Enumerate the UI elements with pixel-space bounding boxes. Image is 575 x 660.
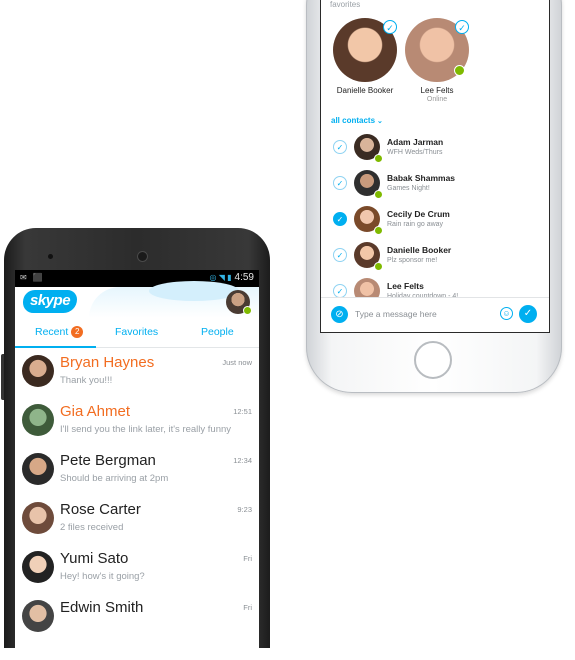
- avatar: [22, 453, 54, 485]
- contact-name: Adam Jarman: [387, 137, 444, 147]
- chat-last-message: Thank you!!!: [60, 375, 113, 386]
- status-time: 4:59: [234, 272, 254, 283]
- emoticon-icon[interactable]: ☺: [500, 307, 513, 320]
- iphone-screen: favorites ✓ Danielle Booker ✓ Lee Felts Onli…: [320, 0, 550, 333]
- chat-contact-name: Edwin Smith: [60, 599, 144, 616]
- presence-dot-icon: [374, 190, 383, 199]
- chat-list-item[interactable]: Bryan Haynes Thank you!!! Just now: [15, 347, 259, 396]
- unread-count-badge: 2: [71, 326, 84, 338]
- tab-recent[interactable]: Recent 2: [35, 326, 84, 338]
- favorite-contact-card[interactable]: ✓ Danielle Booker: [329, 18, 401, 96]
- notification-icons: ✉ ⬛: [20, 273, 45, 282]
- avatar: ✓: [405, 18, 469, 82]
- chat-contact-name: Rose Carter: [60, 501, 141, 518]
- chat-last-message: 2 files received: [60, 522, 124, 533]
- chat-timestamp: Fri: [243, 603, 252, 612]
- contact-row[interactable]: ✓ Babak Shammas Games Night!: [321, 166, 549, 202]
- contact-name: Danielle Booker: [387, 245, 452, 255]
- favorite-name: Lee Felts: [420, 86, 454, 95]
- message-input[interactable]: Type a message here: [355, 309, 437, 319]
- contact-name: Babak Shammas: [387, 173, 456, 183]
- avatar: [22, 355, 54, 387]
- chat-timestamp: Fri: [243, 554, 252, 563]
- contact-mood-message: Games Night!: [387, 185, 430, 192]
- select-check-icon[interactable]: ✓: [333, 284, 347, 298]
- chat-list-item[interactable]: Yumi Sato Hey! how's it going? Fri: [15, 543, 259, 592]
- avatar: [22, 551, 54, 583]
- chat-last-message: Should be arriving at 2pm: [60, 473, 169, 484]
- contact-mood-message: WFH Weds/Thurs: [387, 149, 443, 156]
- presence-dot-icon: [374, 226, 383, 235]
- all-contacts-label: all contacts: [331, 116, 376, 125]
- chat-last-message: I'll send you the link later, it's reall…: [60, 424, 232, 435]
- select-check-icon[interactable]: ✓: [333, 248, 347, 262]
- chat-contact-name: Yumi Sato: [60, 550, 129, 567]
- chat-timestamp: 12:34: [233, 456, 252, 465]
- all-contacts-filter[interactable]: all contacts ⌄: [331, 116, 383, 125]
- tab-people-label: People: [201, 326, 234, 338]
- volume-button[interactable]: [1, 354, 4, 400]
- avatar: [22, 600, 54, 632]
- front-camera: [48, 254, 53, 259]
- iphone-device: favorites ✓ Danielle Booker ✓ Lee Felts Onli…: [306, 0, 562, 393]
- presence-dot-icon: [374, 154, 383, 163]
- check-icon[interactable]: ✓: [383, 20, 397, 34]
- tab-people[interactable]: People: [201, 326, 234, 338]
- check-icon[interactable]: ✓: [455, 20, 469, 34]
- android-screen: ✉ ⬛ ◎ ◥ ▮ 4:59 skype Recent 2 Favorites Pe…: [15, 270, 259, 660]
- presence-dot-icon: [374, 262, 383, 271]
- contact-mood-message: Plz sponsor me!: [387, 257, 438, 264]
- favorites-section-label: favorites: [330, 0, 361, 9]
- chat-list-item[interactable]: Edwin Smith Fri: [15, 592, 259, 641]
- chat-last-message: Hey! how's it going?: [60, 571, 145, 582]
- avatar: [22, 404, 54, 436]
- contact-name: Lee Felts: [387, 281, 424, 291]
- chat-list-item[interactable]: Rose Carter 2 files received 9:23: [15, 494, 259, 543]
- earpiece-speaker: [137, 251, 148, 262]
- contact-mood-message: Rain rain go away: [387, 221, 444, 228]
- contact-row[interactable]: ✓ Adam Jarman WFH Weds/Thurs: [321, 130, 549, 166]
- chat-timestamp: 12:51: [233, 407, 252, 416]
- select-check-icon[interactable]: ✓: [333, 212, 347, 226]
- chat-contact-name: Gia Ahmet: [60, 403, 131, 420]
- chevron-down-icon: ⌄: [377, 118, 383, 125]
- chat-contact-name: Bryan Haynes: [60, 354, 155, 371]
- tab-recent-label: Recent: [35, 326, 69, 338]
- home-button[interactable]: [414, 341, 452, 379]
- tab-favorites[interactable]: Favorites: [115, 326, 158, 338]
- contact-name: Cecily De Crum: [387, 209, 450, 219]
- favorite-status: Online: [426, 96, 448, 103]
- android-device: ✉ ⬛ ◎ ◥ ▮ 4:59 skype Recent 2 Favorites Pe…: [1, 228, 270, 660]
- chat-timestamp: Just now: [222, 358, 252, 367]
- tab-bar: Recent 2 Favorites People: [15, 318, 259, 348]
- favorite-contact-card[interactable]: ✓ Lee Felts Online: [401, 18, 473, 103]
- message-composer: ⊘ Type a message here ☺ ✓: [321, 297, 549, 332]
- select-check-icon[interactable]: ✓: [333, 140, 347, 154]
- select-check-icon[interactable]: ✓: [333, 176, 347, 190]
- skype-logo: skype: [23, 290, 78, 313]
- chat-list-item[interactable]: Pete Bergman Should be arriving at 2pm 12:…: [15, 445, 259, 494]
- avatar: ✓: [333, 18, 397, 82]
- app-header: skype: [15, 281, 259, 318]
- signal-battery-icons: ◎ ◥ ▮: [209, 273, 232, 282]
- my-profile-avatar[interactable]: [226, 290, 252, 315]
- chat-timestamp: 9:23: [237, 505, 252, 514]
- send-button[interactable]: ✓: [519, 305, 537, 323]
- chat-list-item[interactable]: Gia Ahmet I'll send you the link later, i…: [15, 396, 259, 445]
- favorite-name: Danielle Booker: [336, 86, 394, 95]
- contact-row[interactable]: ✓ Cecily De Crum Rain rain go away: [321, 202, 549, 238]
- avatar: [22, 502, 54, 534]
- chat-contact-name: Pete Bergman: [60, 452, 156, 469]
- attach-icon[interactable]: ⊘: [331, 306, 348, 323]
- online-presence-icon: [454, 65, 465, 76]
- tab-favorites-label: Favorites: [115, 326, 159, 338]
- online-presence-icon: [243, 306, 252, 315]
- contact-row[interactable]: ✓ Danielle Booker Plz sponsor me!: [321, 238, 549, 274]
